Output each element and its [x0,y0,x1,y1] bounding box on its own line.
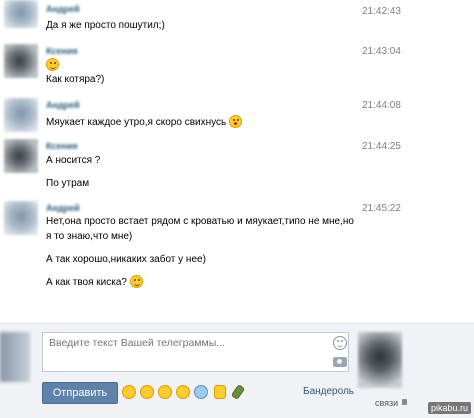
emoji-picker-icon[interactable] [333,336,347,350]
camera-icon[interactable] [333,357,347,367]
message: Андрей 21:45:22 Нет,она просто встает ря… [0,199,474,299]
svyazi-label[interactable]: связи [375,398,398,408]
message: Ксения 21:43:04 Как котяра?) [0,42,474,92]
message-text: А так хорошо,никаких забот у нее) [46,254,206,265]
message: Андрей 21:44:08 Мяукает каждое утро,я ск… [0,96,474,134]
message-time: 21:45:22 [362,203,401,214]
smile-emoji-icon [129,275,143,288]
sender-name[interactable]: Ксения [46,46,78,56]
grin-icon[interactable] [158,385,172,399]
contact-avatar[interactable] [358,332,402,388]
sender-name[interactable]: Андрей [46,4,80,14]
smile-emoji-icon [46,58,59,71]
message-text: Мяукает каждое утро,я скоро свихнусь [46,117,227,128]
message-text: Нет,она просто встает рядом с кроватью и… [46,216,354,242]
message: Андрей 21:42:43 Да я же просто пошутил;) [0,0,474,40]
surprised-emoji-icon [229,115,243,128]
message-text: Да я же просто пошутил;) [46,20,165,31]
composer-panel: Отправить Бандероль связи [0,323,474,418]
thumbs-up-icon[interactable] [214,385,226,399]
message-time: 21:43:04 [362,46,401,57]
message: Ксения 21:44:25 А носится ? По утрам [0,137,474,193]
message-time: 21:44:25 [362,141,401,152]
cool-icon[interactable] [176,385,190,399]
banderol-link[interactable]: Бандероль [303,386,354,397]
message-text: А как твоя киска? [46,277,127,288]
send-button[interactable]: Отправить [42,382,118,404]
sender-name[interactable]: Андрей [46,203,80,213]
message-text-row: А как твоя киска? [46,275,143,288]
message-time: 21:42:43 [362,6,401,17]
surprised-icon[interactable] [140,385,154,399]
avatar[interactable] [4,0,38,28]
sender-name[interactable]: Андрей [46,100,80,110]
message-text: А носится ? [46,155,101,166]
message-text-row: Мяукает каждое утро,я скоро свихнусь [46,115,243,128]
smile-icon[interactable] [122,385,136,399]
scared-icon[interactable] [194,385,208,399]
avatar[interactable] [4,44,38,78]
avatar[interactable] [4,98,38,132]
sender-name[interactable]: Ксения [46,141,78,151]
my-avatar[interactable] [0,332,30,382]
watermark: pikabu.ru [428,402,472,414]
chat-history: Андрей 21:42:43 Да я же просто пошутил;)… [0,0,474,323]
avatar[interactable] [4,139,38,173]
message-text: Как котяра?) [46,74,105,85]
avatar[interactable] [4,201,38,235]
lock-icon [402,399,407,405]
bottle-icon[interactable] [230,383,246,401]
message-input[interactable] [42,332,349,372]
message-text: По утрам [46,178,90,189]
message-emoji-line [46,58,59,71]
message-time: 21:44:08 [362,100,401,111]
